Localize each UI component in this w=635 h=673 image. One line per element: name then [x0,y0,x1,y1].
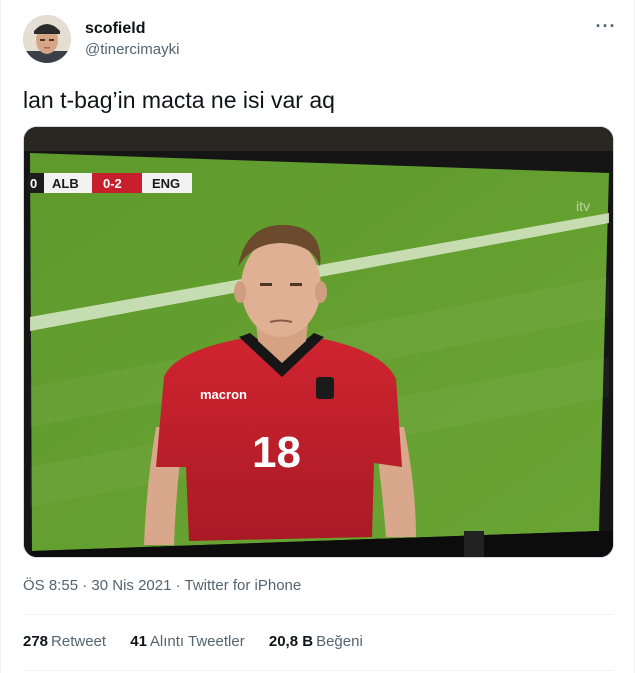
quote-label: Alıntı Tweetler [149,633,245,650]
quote-count: 41 [130,633,147,650]
author-display-name[interactable]: scofield [85,19,145,39]
divider [23,670,614,671]
tweet-source[interactable]: Twitter for iPhone [185,577,302,594]
like-count: 20,8 B [268,633,314,650]
meta-separator: · [78,577,92,594]
retweet-count-link[interactable]: 278 Retweet [23,632,106,652]
channel-logo: itv [576,198,590,214]
team-home: ALB [52,176,79,191]
like-label: Beğeni [316,633,363,650]
divider [23,614,614,615]
retweet-label: Retweet [51,633,107,650]
engagement-stats: 278 Retweet 41 Alıntı Tweetler 20,8 B Beğen… [23,632,383,652]
score: 0-2 [103,176,122,191]
tweet-text: lan t-bag’in macta ne isi var aq [23,87,335,113]
tweet-card: scofield @tinercimayki ··· lan t-bag’in … [0,0,635,673]
tv-screen-photo: 0 ALB 0-2 ENG itv macron 18 [24,127,613,557]
tweet-time[interactable]: ÖS 8:55 [23,577,78,594]
score-fragment: 0 [30,176,37,191]
like-count-link[interactable]: 20,8 B Beğeni [269,632,363,652]
jersey-brand: macron [200,387,247,402]
scoreboard: 0 ALB 0-2 ENG [28,173,192,193]
author-handle[interactable]: @tinercimayki [85,40,179,60]
tweet-date[interactable]: 30 Nis 2021 [91,577,171,594]
meta-separator: · [171,577,185,594]
avatar-image [23,15,71,63]
avatar[interactable] [23,15,71,63]
quote-count-link[interactable]: 41 Alıntı Tweetler [130,632,244,652]
team-away: ENG [152,176,180,191]
jersey-number: 18 [252,428,301,477]
tweet-photo[interactable]: 0 ALB 0-2 ENG itv macron 18 [23,126,614,558]
more-horizontal-icon[interactable]: ··· [591,17,621,39]
tweet-meta: ÖS 8:55 · 30 Nis 2021 · Twitter for iPho… [23,576,301,596]
retweet-count: 278 [23,633,49,650]
